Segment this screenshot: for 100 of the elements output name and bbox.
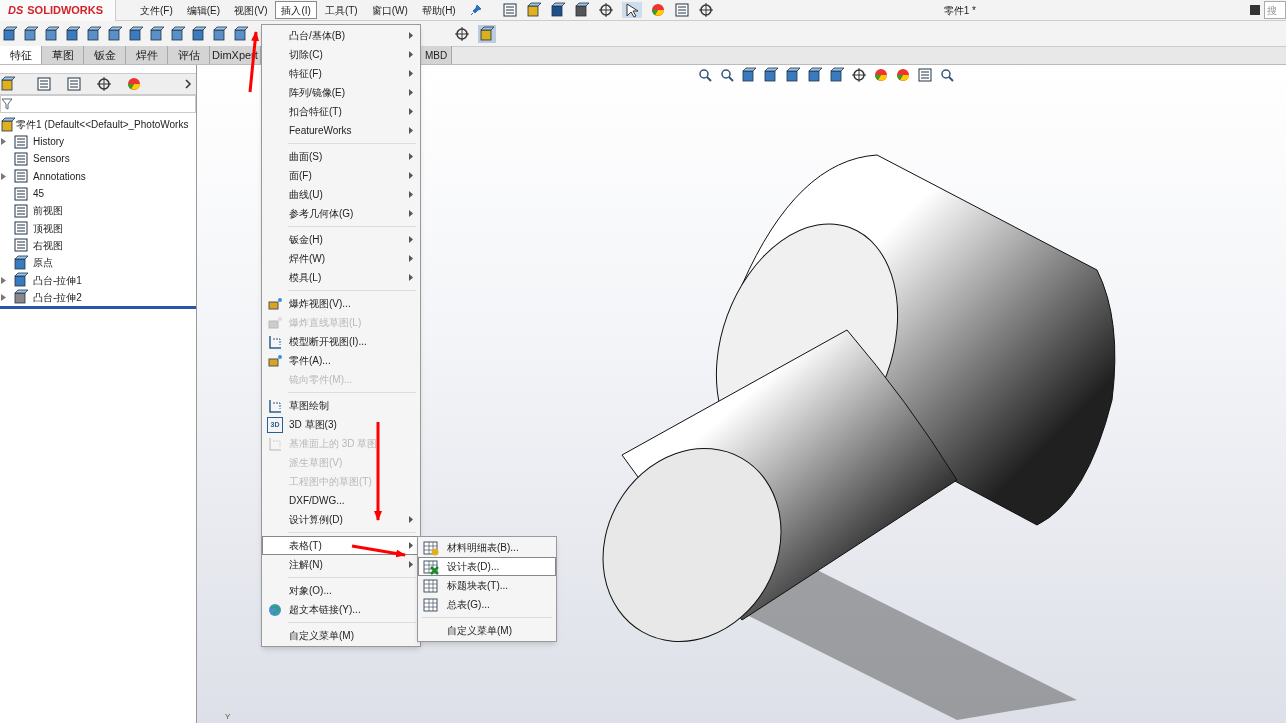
- menu-item[interactable]: 焊件(W): [262, 249, 420, 268]
- view-tool-icon[interactable]: [829, 67, 845, 83]
- submenu-arrow-icon: [409, 210, 413, 217]
- menu-bar-item[interactable]: 窗口(W): [365, 1, 414, 19]
- tree-item-label[interactable]: History: [33, 134, 65, 150]
- menu-item[interactable]: 自定义菜单(M): [262, 626, 420, 645]
- filter-field[interactable]: [0, 95, 196, 113]
- command-tab[interactable]: 评估: [168, 46, 210, 64]
- tree-item-label[interactable]: 原点: [33, 255, 53, 271]
- menu-item[interactable]: 自定义菜单(M): [418, 621, 556, 640]
- appearance-icon[interactable]: [126, 76, 142, 92]
- view-tool-icon[interactable]: [807, 67, 823, 83]
- tree-item-icon[interactable]: [13, 254, 29, 271]
- feature-tool-icon[interactable]: [191, 25, 207, 42]
- tree-item-label[interactable]: 凸台-拉伸2: [33, 289, 82, 305]
- list-icon[interactable]: [673, 2, 690, 18]
- tree-item-icon[interactable]: [13, 272, 29, 288]
- feature-tool-icon[interactable]: [23, 25, 39, 42]
- feature-tool-icon[interactable]: [107, 25, 123, 42]
- menu-item[interactable]: FeatureWorks: [262, 121, 420, 140]
- command-tab[interactable]: 钣金: [84, 46, 126, 64]
- menu-item[interactable]: 阵列/镜像(E): [262, 83, 420, 102]
- pin-icon[interactable]: [469, 4, 482, 16]
- search-field[interactable]: 搜: [1264, 1, 1286, 19]
- menu-bar-item[interactable]: 帮助(H): [415, 1, 462, 19]
- view-tool-icon[interactable]: [763, 67, 779, 83]
- view-tool-icon[interactable]: [741, 67, 757, 83]
- menu-item[interactable]: 注解(N): [262, 555, 420, 574]
- feature-manager-icon[interactable]: [0, 76, 16, 92]
- menu-item[interactable]: 扣合特征(T): [262, 102, 420, 121]
- menu-item[interactable]: 特征(F): [262, 64, 420, 83]
- title-block-table-icon: [423, 577, 439, 594]
- menu-item[interactable]: DXF/DWG...: [262, 491, 420, 510]
- menu-item[interactable]: 爆炸视图(V)...: [262, 294, 420, 313]
- menu-item[interactable]: 面(F): [262, 166, 420, 185]
- feature-tool-icon[interactable]: [86, 25, 102, 42]
- view-tool-icon[interactable]: [939, 67, 955, 83]
- tree-item-icon[interactable]: [13, 289, 29, 306]
- view-tool-icon[interactable]: [851, 67, 867, 83]
- command-tab[interactable]: 焊件: [126, 46, 168, 64]
- menu-item[interactable]: 零件(A)...: [262, 351, 420, 370]
- feature-tool-icon[interactable]: [149, 25, 165, 42]
- document-title: 零件1 *: [943, 3, 976, 18]
- feature-tool-icon[interactable]: [212, 25, 228, 42]
- expand-arrow-icon[interactable]: [1, 172, 6, 180]
- feature-tool-icon[interactable]: [65, 25, 81, 42]
- expand-arrow-icon[interactable]: [1, 276, 6, 284]
- feature-tool-icon[interactable]: [2, 25, 18, 42]
- menu-item[interactable]: 切除(C): [262, 45, 420, 64]
- menu-item[interactable]: 标题块表(T)...: [418, 576, 556, 595]
- menu-item[interactable]: 模型断开视图(I)...: [262, 332, 420, 351]
- select-icon[interactable]: [623, 2, 640, 18]
- menu-bar-item[interactable]: 插入(I): [275, 1, 317, 19]
- submenu-arrow-icon: [409, 172, 413, 179]
- property-manager-icon[interactable]: [36, 76, 52, 92]
- menu-item[interactable]: 模具(L): [262, 268, 420, 287]
- tree-item-label[interactable]: Annotations: [33, 168, 86, 184]
- menu-item[interactable]: 超文本链接(Y)...: [262, 600, 420, 619]
- explode-icon: [267, 295, 283, 312]
- expand-arrow-icon[interactable]: [1, 138, 6, 146]
- tree-item-label[interactable]: 45: [33, 186, 45, 202]
- menu-item[interactable]: 凸台/基体(B): [262, 26, 420, 45]
- menu-item[interactable]: 曲面(S): [262, 147, 420, 166]
- menu-item[interactable]: 材料明细表(B)...: [418, 538, 556, 557]
- dimxpert-icon[interactable]: [96, 76, 112, 92]
- feature-tool-icon[interactable]: [233, 25, 249, 42]
- tree-item-label[interactable]: 凸台-拉伸1: [33, 272, 82, 288]
- menu-bar-item[interactable]: 编辑(E): [180, 1, 227, 19]
- tree-item-label[interactable]: 右视图: [33, 237, 63, 253]
- menu-item[interactable]: 曲线(U): [262, 185, 420, 204]
- expand-arrow-icon[interactable]: [1, 293, 6, 301]
- command-tab[interactable]: MBD: [421, 46, 453, 64]
- menu-item[interactable]: 草图绘制: [262, 396, 420, 415]
- menu-bar-item[interactable]: 文件(F): [134, 1, 179, 19]
- feature-tool-icon[interactable]: [44, 25, 60, 42]
- chevron-right-icon[interactable]: [184, 79, 192, 89]
- menu-item[interactable]: 表格(T): [262, 536, 420, 555]
- configuration-manager-icon[interactable]: [66, 76, 82, 92]
- rollback-bar[interactable]: [0, 305, 196, 309]
- menu-item[interactable]: 总表(G)...: [418, 595, 556, 614]
- menu-item[interactable]: 设计算例(D): [262, 510, 420, 529]
- tree-item-label[interactable]: Sensors: [33, 151, 70, 167]
- menu-item[interactable]: 参考几何体(G): [262, 204, 420, 223]
- part-icon[interactable]: [0, 116, 16, 133]
- new-document-icon[interactable]: [501, 2, 518, 18]
- menu-bar-item[interactable]: 视图(V): [228, 1, 274, 19]
- view-tool-icon[interactable]: [719, 67, 735, 83]
- menu-bar-item[interactable]: 工具(T): [318, 1, 364, 19]
- menu-item[interactable]: 对象(O)...: [262, 581, 420, 600]
- view-tool-icon[interactable]: [697, 67, 713, 83]
- tree-item-label[interactable]: 前视图: [33, 203, 63, 219]
- tree-root-label[interactable]: 零件1 (Default<<Default>_PhotoWorks: [16, 117, 189, 132]
- menu-item[interactable]: 钣金(H): [262, 230, 420, 249]
- command-tab[interactable]: 草图: [42, 46, 84, 64]
- menu-item[interactable]: 设计表(D)...: [418, 557, 556, 576]
- command-tab[interactable]: 特征: [0, 46, 42, 64]
- tree-item-label[interactable]: 顶视图: [33, 220, 63, 236]
- feature-tool-icon[interactable]: [170, 25, 186, 42]
- feature-tool-icon[interactable]: [128, 25, 144, 42]
- view-tool-icon[interactable]: [785, 67, 801, 83]
